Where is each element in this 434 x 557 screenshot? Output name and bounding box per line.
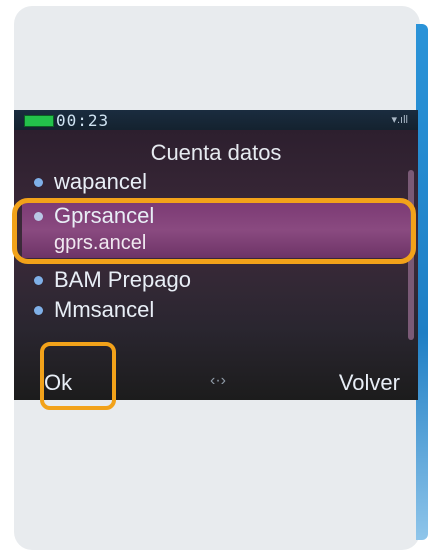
list-item[interactable]: Mmsancel <box>14 296 418 324</box>
nav-pad-icon: ‹·› <box>210 372 226 389</box>
ok-highlight <box>40 342 116 410</box>
signal-icon: ▾.ıll <box>391 114 408 126</box>
bullet-icon <box>34 178 43 187</box>
list-item-label: BAM Prepago <box>54 267 191 292</box>
status-bar: 00:23 ▾.ıll <box>14 110 418 130</box>
list-item[interactable]: wapancel <box>14 168 418 196</box>
bullet-icon <box>34 306 43 315</box>
screen-title: Cuenta datos <box>150 140 282 165</box>
list-item-label: wapancel <box>54 169 147 194</box>
list-item-label: Mmsancel <box>54 297 155 322</box>
battery-icon <box>24 115 54 127</box>
list-item[interactable]: BAM Prepago <box>14 266 418 294</box>
clock: 00:23 <box>56 111 110 130</box>
selection-highlight <box>12 198 416 264</box>
bullet-icon <box>34 276 43 285</box>
back-softkey[interactable]: Volver <box>339 370 400 396</box>
